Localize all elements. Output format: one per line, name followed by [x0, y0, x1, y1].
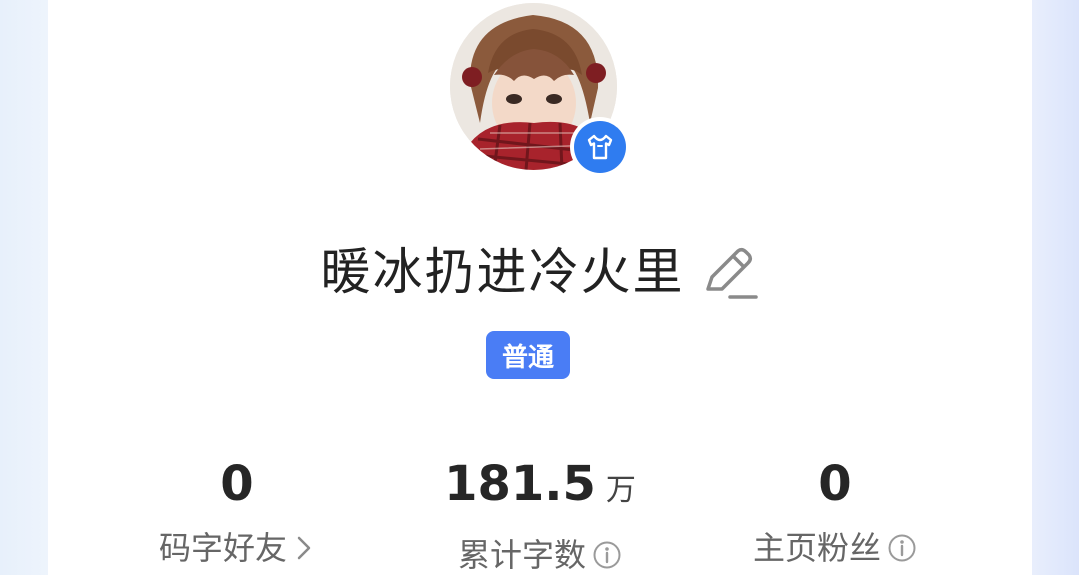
- stat-label-row: 主页粉丝: [735, 524, 935, 572]
- stat-value: 0: [735, 452, 935, 516]
- tshirt-icon: [574, 121, 626, 173]
- avatar-container[interactable]: [450, 3, 630, 177]
- stat-number: 0: [220, 456, 254, 512]
- stat-value: 181.5 万: [430, 452, 650, 523]
- info-icon[interactable]: [887, 533, 917, 563]
- chevron-right-icon: [293, 533, 315, 563]
- avatar-badge[interactable]: [570, 117, 630, 177]
- info-icon[interactable]: [592, 540, 622, 570]
- stat-label: 码字好友: [158, 529, 287, 567]
- stat-writing-friends[interactable]: 0 码字好友: [137, 452, 337, 572]
- stat-value: 0: [137, 452, 337, 516]
- stat-label: 累计字数: [457, 536, 586, 574]
- pencil-icon[interactable]: [699, 242, 759, 302]
- stat-label-row: 码字好友: [137, 524, 337, 572]
- stat-fans[interactable]: 0 主页粉丝: [735, 452, 935, 572]
- stat-unit: 万: [605, 473, 636, 508]
- username: 暖冰扔进冷火里: [320, 243, 685, 301]
- stat-number: 0: [818, 456, 852, 512]
- level-badge: 普通: [486, 331, 570, 379]
- stat-label: 主页粉丝: [752, 529, 881, 567]
- stat-label-row: 累计字数: [430, 531, 650, 575]
- username-row: 暖冰扔进冷火里: [0, 235, 1079, 309]
- stat-number: 181.5: [444, 456, 596, 512]
- stat-total-words[interactable]: 181.5 万 累计字数: [430, 452, 650, 575]
